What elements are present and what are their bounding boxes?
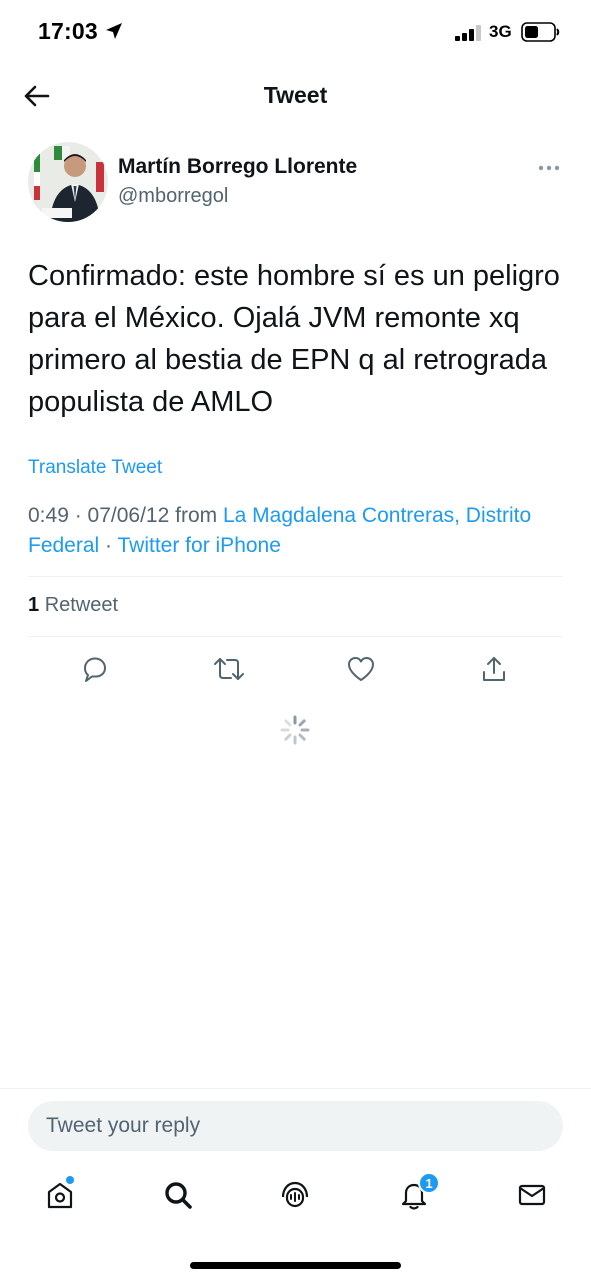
share-icon	[483, 657, 505, 681]
tweet-time: 0:49	[28, 504, 69, 527]
signal-icon	[455, 25, 481, 41]
tab-search[interactable]	[155, 1172, 201, 1218]
more-dots-icon	[538, 165, 560, 171]
retweet-stats[interactable]: 1 Retweet	[28, 594, 118, 617]
retweet-button[interactable]	[208, 648, 250, 690]
home-new-dot	[66, 1176, 74, 1184]
tweet-source-link[interactable]: Twitter for iPhone	[118, 534, 281, 557]
tab-spaces[interactable]	[272, 1172, 318, 1218]
page-title: Tweet	[263, 82, 328, 108]
share-button[interactable]	[473, 648, 515, 690]
author-handle[interactable]: @mborregol	[118, 185, 228, 208]
tab-home[interactable]	[37, 1172, 83, 1218]
author-name[interactable]: Martín Borrego Llorente	[118, 155, 357, 179]
battery-icon	[521, 22, 560, 42]
loading-spinner-icon	[280, 715, 310, 745]
tweet-text: Confirmado: este hombre sí es un peligro…	[28, 260, 560, 418]
tweet-actions	[0, 648, 591, 690]
more-options-button[interactable]	[534, 158, 564, 178]
reply-icon	[84, 657, 106, 682]
divider	[28, 576, 563, 577]
meta-separator: ·	[105, 534, 118, 557]
network-type: 3G	[489, 22, 512, 41]
tweet-meta: 0:49 · 07/06/12 from La Magdalena Contre…	[28, 501, 563, 561]
like-button[interactable]	[340, 648, 382, 690]
spaces-icon	[281, 1181, 309, 1208]
tab-bar: 1	[0, 1172, 591, 1222]
retweet-count: 1	[28, 594, 40, 616]
tab-messages[interactable]	[509, 1172, 555, 1218]
notifications-badge: 1	[418, 1172, 440, 1194]
avatar[interactable]	[28, 142, 108, 222]
from-label: from	[175, 504, 223, 527]
reply-input[interactable]	[28, 1101, 563, 1151]
heart-icon	[348, 657, 374, 681]
status-time: 17:03	[38, 18, 98, 44]
mail-icon	[518, 1184, 546, 1206]
tweet-date: 07/06/12	[87, 504, 170, 527]
tweet-header: Martín Borrego Llorente @mborregol	[28, 142, 563, 224]
tab-notifications[interactable]: 1	[391, 1172, 440, 1218]
translate-tweet-link[interactable]: Translate Tweet	[28, 457, 162, 479]
avatar-image	[28, 142, 108, 222]
status-bar: 17:03 3G	[0, 0, 591, 64]
home-indicator[interactable]	[190, 1262, 401, 1269]
meta-separator: ·	[74, 504, 88, 527]
retweet-icon	[214, 658, 244, 680]
divider	[28, 636, 563, 637]
retweet-label: Retweet	[44, 594, 119, 616]
reply-button[interactable]	[74, 648, 116, 690]
search-icon	[165, 1182, 192, 1209]
nav-bar: Tweet	[0, 70, 591, 120]
location-arrow-icon	[106, 23, 122, 39]
